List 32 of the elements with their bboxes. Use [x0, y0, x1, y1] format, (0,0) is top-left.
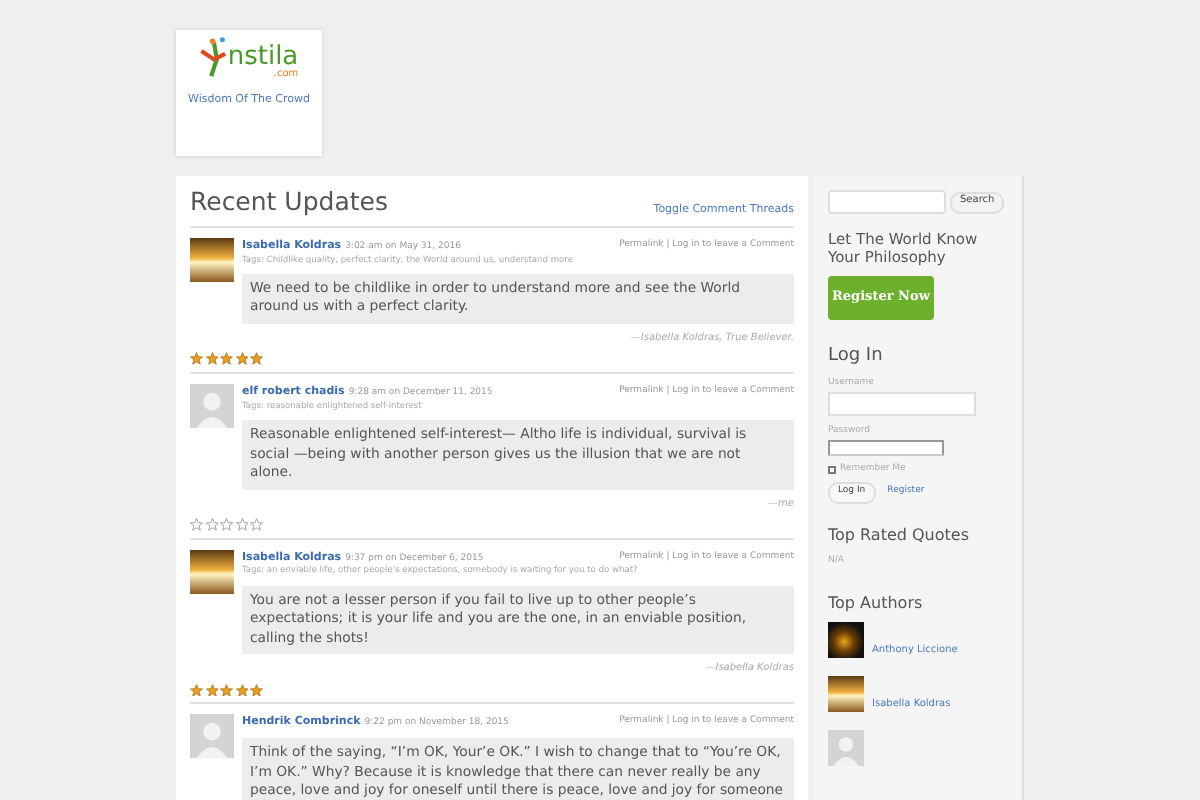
remember-me-checkbox[interactable]	[828, 466, 836, 475]
star-icon[interactable]	[235, 352, 248, 366]
default-avatar-icon	[190, 714, 234, 759]
password-field[interactable]	[828, 439, 944, 456]
photo-placeholder	[190, 549, 234, 594]
star-icon[interactable]	[220, 518, 233, 532]
photo-placeholder	[828, 676, 864, 713]
page-title: Recent Updates	[190, 184, 388, 220]
star-icon[interactable]	[190, 518, 203, 532]
top-rated-heading: Top Rated Quotes	[828, 523, 971, 548]
star-icon[interactable]	[205, 683, 218, 697]
default-avatar-icon	[190, 383, 234, 428]
star-icon[interactable]	[235, 518, 248, 532]
star-icon[interactable]	[190, 352, 203, 366]
logo-wordmark: nstila	[227, 44, 299, 70]
star-icon[interactable]	[250, 518, 263, 532]
top-authors-heading: Top Authors	[828, 592, 925, 617]
star-icon[interactable]	[220, 683, 233, 697]
star-icon[interactable]	[220, 352, 233, 366]
figure-logo-icon	[199, 36, 228, 80]
default-avatar-icon	[828, 730, 864, 767]
login-heading: Log In	[828, 343, 885, 370]
star-icon[interactable]	[235, 683, 248, 697]
star-icon[interactable]	[190, 683, 203, 697]
photo-placeholder	[828, 622, 864, 659]
search-field[interactable]	[828, 190, 946, 214]
star-icon[interactable]	[205, 352, 218, 366]
star-icon[interactable]	[250, 352, 263, 366]
star-icon[interactable]	[205, 518, 218, 532]
photo-placeholder	[190, 237, 234, 282]
star-icon[interactable]	[250, 683, 263, 697]
username-field[interactable]	[828, 392, 976, 417]
